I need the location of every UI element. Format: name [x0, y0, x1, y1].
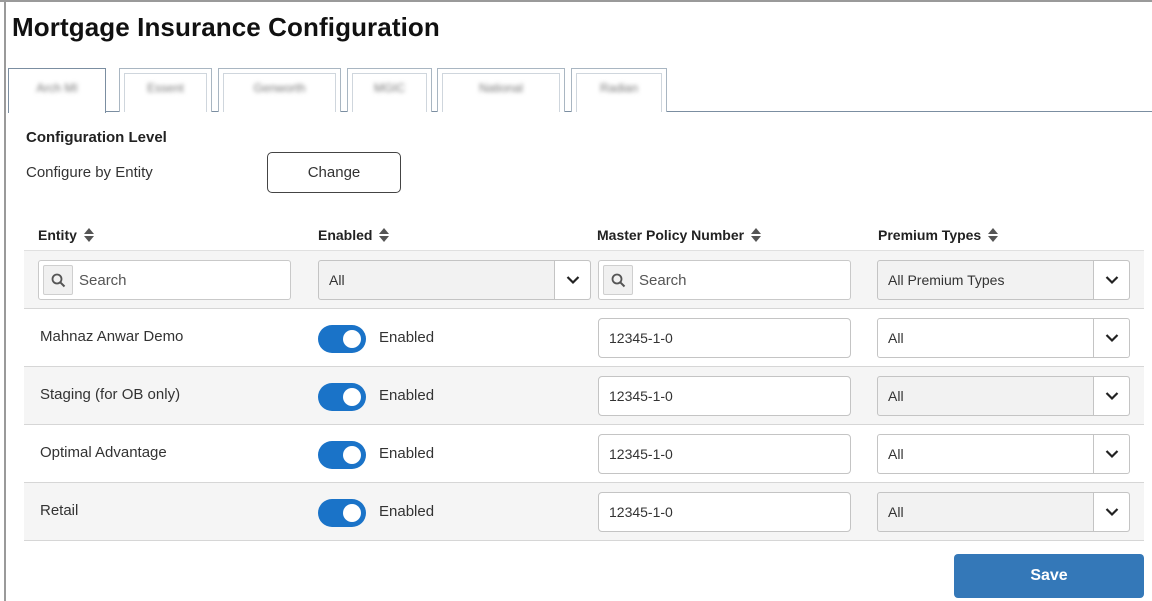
window-frame-top — [0, 0, 1152, 2]
search-icon[interactable] — [43, 265, 73, 295]
premium-type-select[interactable]: All — [877, 492, 1130, 532]
table-row: Optimal Advantage Enabled 12345-1-0 All — [24, 424, 1144, 482]
tab-national[interactable]: National — [437, 68, 565, 112]
chevron-down-icon — [1093, 319, 1129, 357]
toggle-label: Enabled — [379, 387, 435, 404]
column-header-label: Entity — [38, 227, 77, 243]
entity-search-box — [38, 260, 291, 300]
tab-radian[interactable]: Radian — [571, 68, 667, 112]
column-header-premium-types[interactable]: Premium Types — [878, 227, 1000, 243]
column-header-label: Enabled — [318, 227, 373, 243]
table-bottom-border — [24, 540, 1144, 541]
column-header-label: Premium Types — [878, 227, 982, 243]
save-button[interactable]: Save — [954, 554, 1144, 598]
tab-label: Arch MI — [36, 81, 78, 95]
enabled-toggle[interactable] — [318, 383, 366, 411]
master-policy-input[interactable]: 12345-1-0 — [598, 318, 851, 358]
enabled-toggle[interactable] — [318, 499, 366, 527]
premium-type-select[interactable]: All — [877, 434, 1130, 474]
table-row: Retail Enabled 12345-1-0 All — [24, 482, 1144, 540]
tab-genworth[interactable]: Genworth — [218, 68, 341, 112]
select-value: All — [888, 504, 904, 520]
filter-row: All All Premium Types — [24, 250, 1144, 308]
select-value: All Premium Types — [888, 272, 1005, 288]
tab-label: Genworth — [253, 81, 306, 95]
table-row: Mahnaz Anwar Demo Enabled 12345-1-0 All — [24, 308, 1144, 366]
premium-filter-select[interactable]: All Premium Types — [877, 260, 1130, 300]
toggle-label: Enabled — [379, 445, 435, 462]
chevron-down-icon — [1093, 261, 1129, 299]
column-header-label: Master Policy Number — [597, 227, 745, 243]
sort-icon — [749, 227, 763, 243]
tab-label: National — [478, 81, 524, 95]
toggle-label: Enabled — [379, 503, 435, 520]
premium-type-select[interactable]: All — [877, 318, 1130, 358]
select-value: All — [329, 272, 345, 288]
table-row: Staging (for OB only) Enabled 12345-1-0 … — [24, 366, 1144, 424]
entity-name: Optimal Advantage — [40, 444, 167, 461]
toggle-label: Enabled — [379, 329, 435, 346]
search-icon[interactable] — [603, 265, 633, 295]
select-value: All — [888, 330, 904, 346]
policy-value: 12345-1-0 — [609, 330, 673, 346]
premium-type-select[interactable]: All — [877, 376, 1130, 416]
page-title: Mortgage Insurance Configuration — [12, 12, 440, 42]
tab-label: MGIC — [373, 81, 406, 95]
entity-name: Mahnaz Anwar Demo — [40, 328, 184, 345]
policy-value: 12345-1-0 — [609, 446, 673, 462]
column-header-master-policy-number[interactable]: Master Policy Number — [597, 227, 763, 243]
column-header-enabled[interactable]: Enabled — [318, 227, 391, 243]
sort-icon — [377, 227, 391, 243]
policy-search-input[interactable] — [639, 266, 839, 294]
enabled-filter-select[interactable]: All — [318, 260, 591, 300]
column-header-entity[interactable]: Entity — [38, 227, 96, 243]
policy-search-box — [598, 260, 851, 300]
chevron-down-icon — [1093, 377, 1129, 415]
sort-icon — [986, 227, 1000, 243]
configure-by-label: Configure by Entity — [26, 164, 153, 181]
entity-name: Staging (for OB only) — [40, 386, 181, 403]
chevron-down-icon — [554, 261, 590, 299]
enabled-toggle[interactable] — [318, 325, 366, 353]
provider-tabs: Arch MI Essent Genworth MGIC National Ra… — [8, 68, 1152, 113]
select-value: All — [888, 388, 904, 404]
tab-essent[interactable]: Essent — [119, 68, 212, 112]
change-button[interactable]: Change — [267, 152, 401, 193]
entity-name: Retail — [40, 502, 79, 519]
enabled-toggle[interactable] — [318, 441, 366, 469]
chevron-down-icon — [1093, 435, 1129, 473]
tab-label: Radian — [599, 81, 639, 95]
tab-mgic[interactable]: MGIC — [347, 68, 432, 112]
master-policy-input[interactable]: 12345-1-0 — [598, 376, 851, 416]
select-value: All — [888, 446, 904, 462]
entity-search-input[interactable] — [79, 266, 279, 294]
tab-label: Essent — [147, 81, 184, 95]
sort-icon — [82, 227, 96, 243]
tab-arch-mi[interactable]: Arch MI — [8, 68, 106, 113]
master-policy-input[interactable]: 12345-1-0 — [598, 434, 851, 474]
master-policy-input[interactable]: 12345-1-0 — [598, 492, 851, 532]
chevron-down-icon — [1093, 493, 1129, 531]
policy-value: 12345-1-0 — [609, 388, 673, 404]
policy-value: 12345-1-0 — [609, 504, 673, 520]
configuration-level-heading: Configuration Level — [26, 129, 167, 146]
window-frame-left — [4, 0, 6, 601]
